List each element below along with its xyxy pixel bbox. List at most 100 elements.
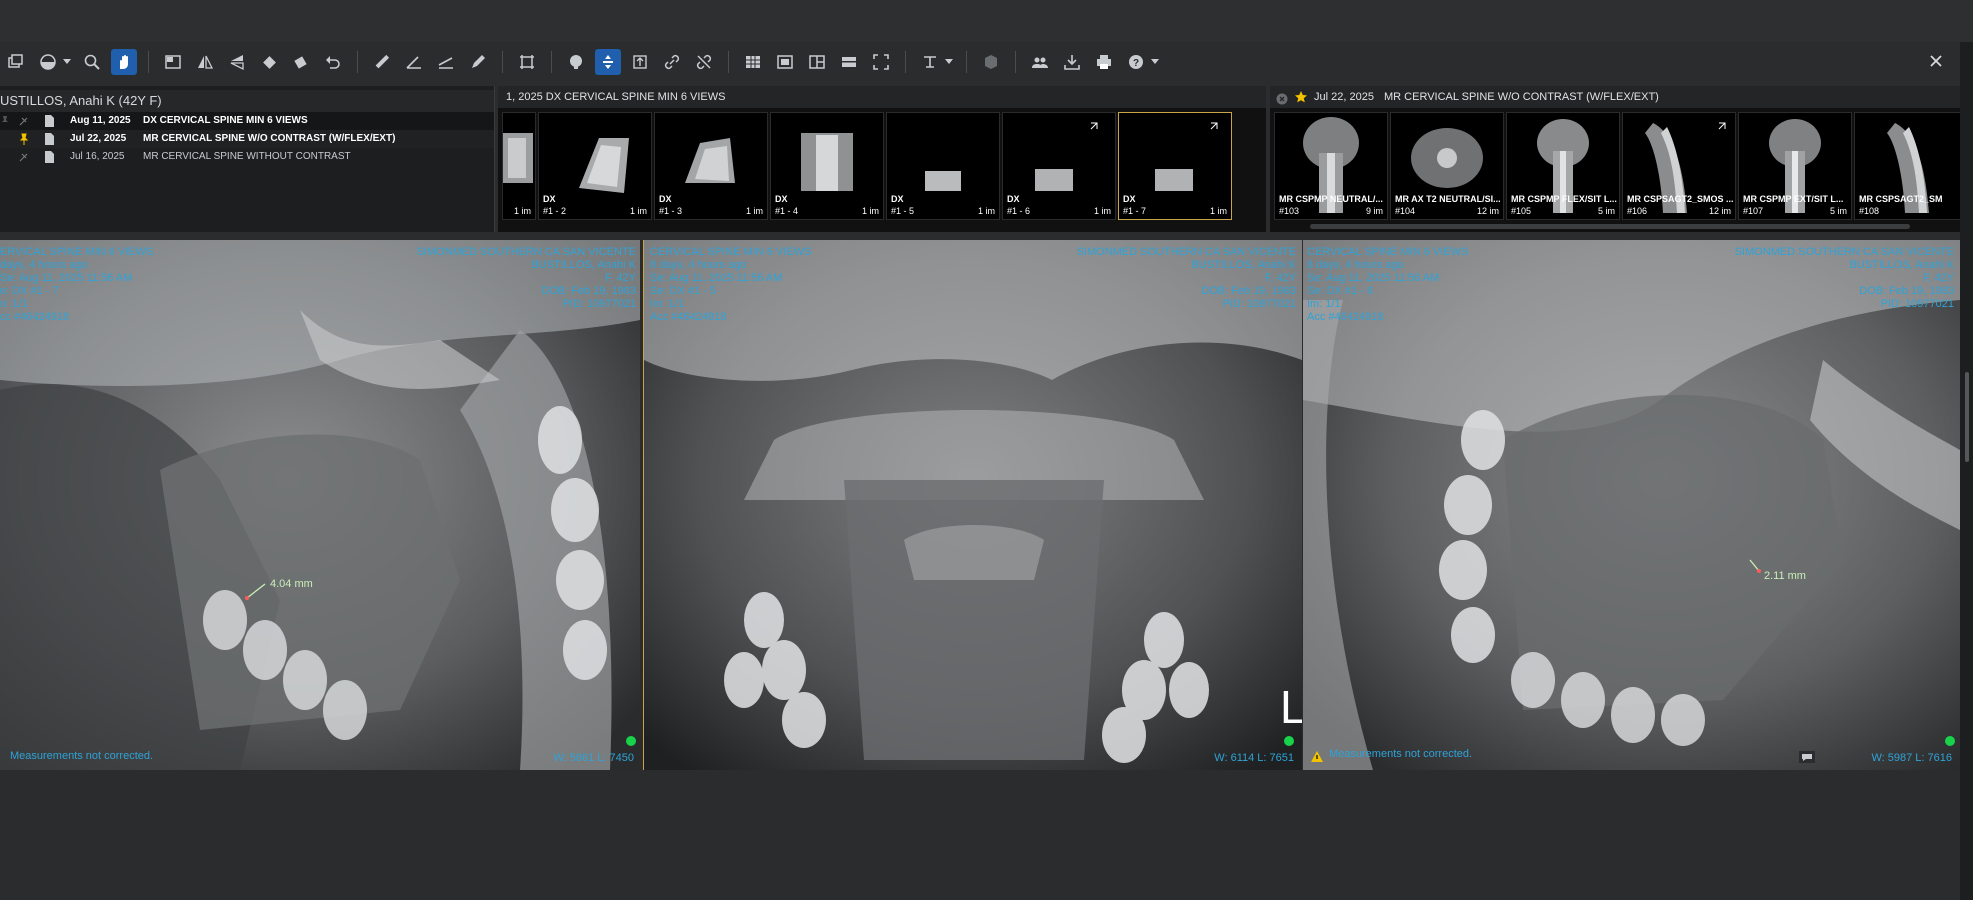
image-count: 5 im	[1829, 206, 1847, 216]
star-icon[interactable]	[18, 115, 29, 127]
warning-icon	[1311, 749, 1323, 762]
series-thumbnail[interactable]: MR CSPSAGT2_SMOS ... #106 12 im	[1622, 112, 1736, 220]
rotate-right-icon[interactable]	[288, 49, 314, 75]
unlink-icon[interactable]	[691, 49, 717, 75]
series-number: #1 - 6	[1007, 206, 1031, 216]
series-number: Se: DX #1 - 6	[1307, 285, 1374, 297]
split-icon[interactable]	[804, 49, 830, 75]
pin-icon[interactable]	[0, 115, 11, 127]
panel-resize-handle[interactable]	[958, 234, 988, 246]
grid-icon[interactable]	[740, 49, 766, 75]
series-thumbnail[interactable]: MR CSPMP FLEX/SIT L... #105 5 im	[1506, 112, 1620, 220]
series-panel-mr: Jul 22, 2025 MR CERVICAL SPINE W/O CONTR…	[1270, 86, 1962, 232]
series-number: #108	[1859, 206, 1880, 216]
series-number: #103	[1279, 206, 1300, 216]
undo-icon[interactable]	[320, 49, 346, 75]
series-layout-icon[interactable]	[772, 49, 798, 75]
print-icon[interactable]	[1091, 49, 1117, 75]
viewport-1[interactable]: ERVICAL SPINE MIN 6 VIEWS days, 4 hours …	[0, 240, 640, 770]
study-row[interactable]: Jul 16, 2025 MR CERVICAL SPINE WITHOUT C…	[0, 148, 494, 166]
palette-icon[interactable]	[563, 49, 589, 75]
series-description: MR CSPMP FLEX/SIT L...	[1511, 194, 1617, 204]
download-icon[interactable]	[1059, 49, 1085, 75]
study-age: days, 4 hours ago	[0, 259, 88, 271]
series-modality: DX	[775, 194, 788, 204]
image-count: 1 im	[1093, 206, 1111, 216]
series-number: Se: DX #1 - 5	[650, 285, 717, 297]
contrast-icon[interactable]	[35, 49, 61, 75]
series-description: MR CSPMP NEUTRAL/...	[1279, 194, 1383, 204]
layers-icon[interactable]	[3, 49, 29, 75]
series-description: MR CSPSAGT2_SM	[1859, 194, 1943, 204]
users-icon[interactable]	[1027, 49, 1053, 75]
chevron-down-icon[interactable]	[944, 49, 954, 75]
series-thumbnail[interactable]: MR AX T2 NEUTRAL/SI... #104 12 im	[1390, 112, 1504, 220]
chevron-down-icon[interactable]	[1150, 49, 1160, 75]
hanging-protocol-icon[interactable]	[836, 49, 862, 75]
series-thumbnail[interactable]: MR CSPSAGT2_SM #108	[1854, 112, 1962, 220]
study-title: CERVICAL SPINE MIN 6 VIEWS	[650, 246, 812, 258]
patient-name: BUSTILLOS, Anahi K	[1191, 259, 1296, 271]
image-count: 9 im	[1365, 206, 1383, 216]
series-thumbnail[interactable]: DX #1 - 6 1 im	[1002, 112, 1116, 220]
measurement-label[interactable]: 4.04 mm	[270, 578, 313, 590]
zoom-icon[interactable]	[79, 49, 105, 75]
link-icon[interactable]	[659, 49, 685, 75]
series-thumbnail[interactable]: DX #1 - 3 1 im	[654, 112, 768, 220]
vertical-scrollbar[interactable]	[1965, 372, 1969, 462]
measurement-label[interactable]: 2.11 mm	[1764, 570, 1806, 582]
chevron-down-icon[interactable]	[62, 49, 72, 75]
institution-name: SIMONMED SOUTHERN CA SAN VICENTE	[1734, 246, 1954, 258]
toolbar-divider	[1015, 51, 1016, 73]
ruler-icon[interactable]	[369, 49, 395, 75]
series-number: #105	[1511, 206, 1532, 216]
patient-sex-age: F, 42Y	[604, 272, 636, 284]
patient-sex-age: F, 42Y	[1922, 272, 1954, 284]
angle-icon[interactable]	[401, 49, 427, 75]
study-row[interactable]: Aug 11, 2025 DX CERVICAL SPINE MIN 6 VIE…	[0, 112, 494, 130]
comment-icon[interactable]	[1799, 750, 1815, 763]
series-modality: DX	[543, 194, 556, 204]
text-annotation-icon[interactable]	[917, 49, 943, 75]
study-description: DX CERVICAL SPINE MIN 6 VIEWS	[143, 115, 308, 126]
patient-info-overlay: SIMONMED SOUTHERN CA SAN VICENTE BUSTILL…	[1077, 246, 1296, 311]
pin-active-icon[interactable]	[18, 133, 29, 145]
help-icon[interactable]: ?	[1123, 49, 1149, 75]
study-date: Se: Aug 11, 2025 11:56 AM	[1307, 272, 1440, 284]
close-circle-icon[interactable]	[1276, 91, 1288, 105]
cube-icon[interactable]	[978, 49, 1004, 75]
viewport-2[interactable]: CERVICAL SPINE MIN 6 VIEWS 8 days, 4 hou…	[643, 240, 1302, 770]
study-row[interactable]: Jul 22, 2025 MR CERVICAL SPINE W/O CONTR…	[0, 130, 494, 148]
close-icon[interactable]	[1925, 50, 1947, 72]
pen-icon[interactable]	[465, 49, 491, 75]
image-count: 5 im	[1597, 206, 1615, 216]
crop-icon[interactable]	[514, 49, 540, 75]
series-thumbnail[interactable]: DX #1 - 4 1 im	[770, 112, 884, 220]
star-icon[interactable]	[1294, 90, 1308, 104]
flip-vertical-icon[interactable]	[224, 49, 250, 75]
series-thumbnail[interactable]: DX #1 - 5 1 im	[886, 112, 1000, 220]
flip-horizontal-icon[interactable]	[192, 49, 218, 75]
patient-name: USTILLOS, Anahi K (42Y F)	[0, 90, 494, 113]
pin-icon[interactable]	[18, 151, 29, 163]
series-thumbnail[interactable]: MR CSPMP NEUTRAL/... #103 9 im	[1274, 112, 1388, 220]
series-thumbnail[interactable]: MR CSPMP EXT/SIT L... #107 5 im	[1738, 112, 1852, 220]
fullscreen-icon[interactable]	[868, 49, 894, 75]
study-description: MR CERVICAL SPINE WITHOUT CONTRAST	[143, 151, 351, 162]
image-count: 1 im	[1209, 206, 1227, 216]
layout-icon[interactable]	[160, 49, 186, 75]
series-thumbnail-selected[interactable]: DX #1 - 7 1 im	[1118, 112, 1232, 220]
series-thumbnail[interactable]: 1 im	[502, 112, 536, 220]
thumbnail-scrollbar[interactable]	[1310, 224, 1910, 229]
pan-hand-icon[interactable]	[111, 49, 137, 75]
line-icon[interactable]	[433, 49, 459, 75]
series-panel-header: Jul 22, 2025 MR CERVICAL SPINE W/O CONTR…	[1270, 86, 1960, 108]
viewport-3[interactable]: CERVICAL SPINE MIN 6 VIEWS 8 days, 4 hou…	[1303, 240, 1960, 770]
patient-dob: DOB: Feb 19, 1983	[1859, 285, 1954, 297]
series-thumbnail[interactable]: DX #1 - 2 1 im	[538, 112, 652, 220]
study-info-overlay: ERVICAL SPINE MIN 6 VIEWS days, 4 hours …	[0, 246, 153, 324]
sync-scroll-icon[interactable]	[595, 49, 621, 75]
rotate-left-icon[interactable]	[256, 49, 282, 75]
patient-name: BUSTILLOS, Anahi K	[531, 259, 636, 271]
stack-icon[interactable]	[627, 49, 653, 75]
